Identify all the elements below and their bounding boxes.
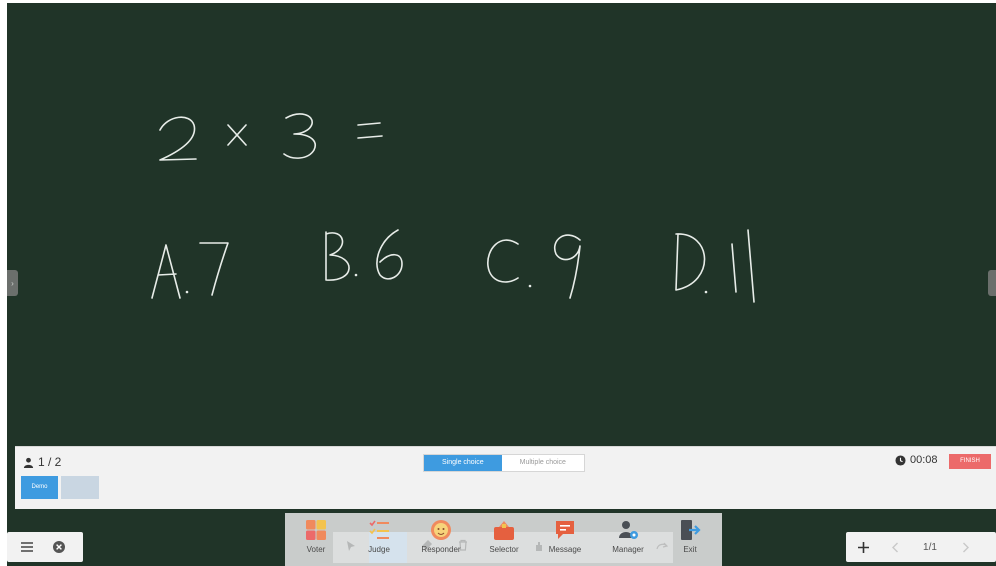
responder-icon xyxy=(431,520,451,540)
prev-page-icon[interactable] xyxy=(882,534,908,560)
judge-tool[interactable]: Judge xyxy=(353,519,405,565)
timer: 00:08 xyxy=(895,454,938,466)
single-choice-button[interactable]: Single choice xyxy=(424,455,502,471)
student-chip-empty[interactable] xyxy=(61,476,99,499)
selector-tool[interactable]: Selector xyxy=(478,519,530,565)
page-navigation: 1/1 xyxy=(846,532,996,562)
manager-icon xyxy=(619,521,638,539)
choice-mode-toggle: Single choice Multiple choice xyxy=(423,454,585,472)
vote-panel: 1 / 2 Single choice Multiple choice 00:0… xyxy=(15,446,996,509)
message-label: Message xyxy=(548,545,582,554)
user-icon xyxy=(23,457,34,468)
responder-tool[interactable]: Responder xyxy=(415,519,467,565)
timer-text: 00:08 xyxy=(910,454,938,466)
selector-icon xyxy=(494,521,514,540)
student-chip[interactable]: Demo xyxy=(21,476,58,499)
next-page-icon[interactable] xyxy=(952,534,978,560)
right-panel-toggle[interactable] xyxy=(988,270,996,296)
answer-count: 1 / 2 xyxy=(23,455,61,469)
message-tool[interactable]: Message xyxy=(539,519,591,565)
judge-icon xyxy=(369,520,389,539)
voter-icon xyxy=(306,520,326,540)
finish-button[interactable]: FINISH xyxy=(949,454,991,469)
clock-icon xyxy=(895,454,906,466)
hamburger-icon[interactable] xyxy=(15,535,39,559)
left-panel-toggle[interactable]: › xyxy=(7,270,18,296)
answer-count-text: 1 / 2 xyxy=(38,455,62,469)
bottom-left-controls xyxy=(7,532,83,562)
responder-label: Responder xyxy=(421,545,461,554)
page-indicator: 1/1 xyxy=(923,541,937,553)
exit-tool[interactable]: Exit xyxy=(664,519,716,565)
exit-icon xyxy=(681,520,701,540)
voter-label: Voter xyxy=(306,545,326,554)
exit-label: Exit xyxy=(683,545,697,554)
plus-icon[interactable] xyxy=(850,534,876,560)
manager-tool[interactable]: Manager xyxy=(602,519,654,565)
close-circle-icon[interactable] xyxy=(47,535,71,559)
voter-tool[interactable]: Voter xyxy=(290,519,342,565)
message-icon xyxy=(556,521,574,539)
multiple-choice-button[interactable]: Multiple choice xyxy=(502,455,584,471)
manager-label: Manager xyxy=(612,545,644,554)
classroom-toolbar: Voter Judge Responder Selector Message M… xyxy=(285,513,722,566)
selector-label: Selector xyxy=(489,545,519,554)
judge-label: Judge xyxy=(368,545,390,554)
